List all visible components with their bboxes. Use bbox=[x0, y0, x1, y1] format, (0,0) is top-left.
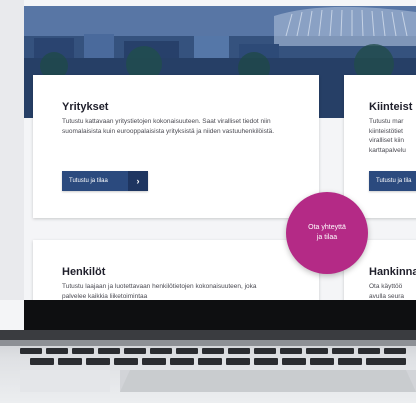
chevron-right-icon: › bbox=[128, 171, 148, 191]
laptop-screen-bezel bbox=[24, 300, 416, 330]
card-text-henkilot: Tutustu laajaan ja luotettavaan henkilöt… bbox=[62, 283, 257, 300]
contact-label-line2: ja tilaa bbox=[316, 234, 338, 241]
card-text-hankinnat: Ota käyttöö avulla seura bbox=[369, 283, 405, 300]
photo-frame: Yritykset Tutustu kattavaan yritystietoj… bbox=[0, 0, 416, 403]
laptop-bezel bbox=[0, 0, 24, 300]
card-title-henkilot: Henkilöt bbox=[62, 266, 106, 278]
card-text-kiinteistot: Tutustu mar kiinteistötiet viralliset ki… bbox=[369, 118, 406, 154]
button-kiinteistot-tutustu[interactable]: Tutustu ja tila bbox=[369, 171, 416, 191]
button-label: Tutustu ja tilaa bbox=[69, 178, 108, 184]
button-yritykset-tutustu[interactable]: Tutustu ja tilaa › bbox=[62, 171, 148, 191]
card-text-yritykset: Tutustu kattavaan yritystietojen kokonai… bbox=[62, 118, 275, 135]
keyboard-graphic bbox=[0, 330, 416, 392]
card-kiinteistot: Kiinteist Tutustu mar kiinteistötiet vir… bbox=[344, 75, 416, 218]
card-yritykset: Yritykset Tutustu kattavaan yritystietoj… bbox=[33, 75, 319, 218]
card-title-yritykset: Yritykset bbox=[62, 101, 109, 113]
contact-button[interactable]: Ota yhteyttä ja tilaa bbox=[286, 192, 368, 274]
card-title-hankinnat: Hankinna bbox=[369, 266, 416, 278]
button-label: Tutustu ja tila bbox=[376, 178, 412, 184]
laptop-keyboard bbox=[0, 330, 416, 403]
card-title-kiinteistot: Kiinteist bbox=[369, 101, 413, 113]
contact-label-line1: Ota yhteyttä bbox=[308, 224, 346, 231]
